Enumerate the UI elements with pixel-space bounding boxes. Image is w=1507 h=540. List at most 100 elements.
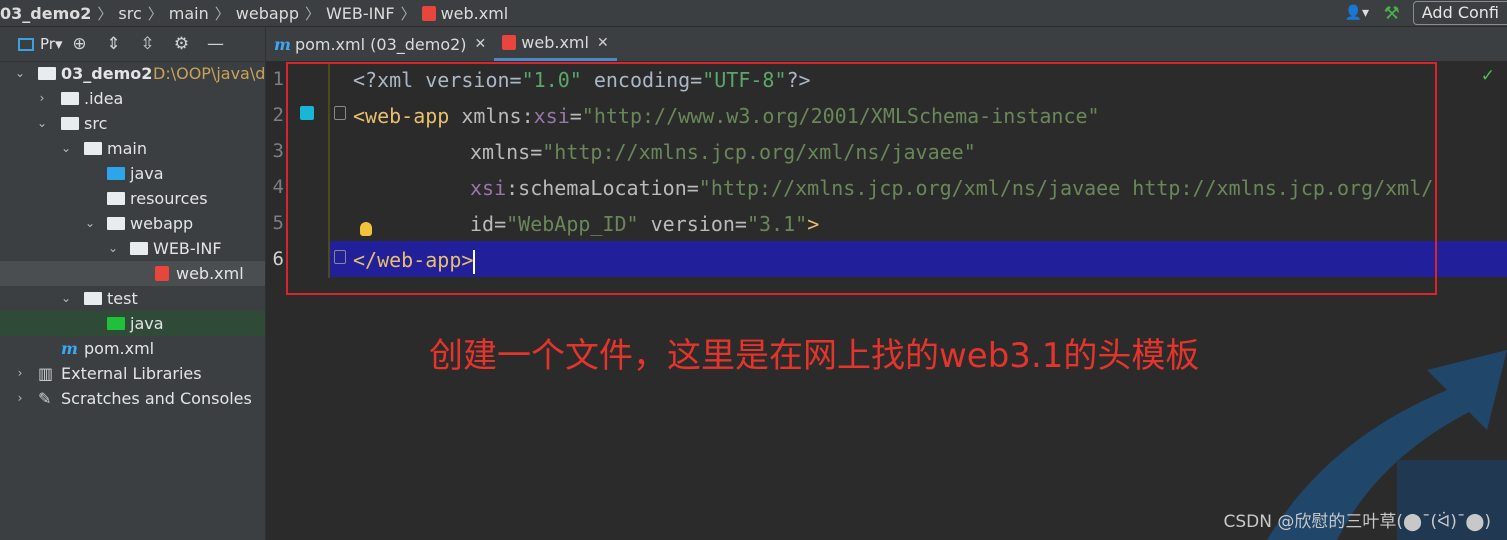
- folder-icon: [61, 92, 79, 105]
- locate-target-icon[interactable]: ⊕: [62, 34, 96, 54]
- chevron-down-icon[interactable]: ⌄: [60, 286, 72, 311]
- tree-item-idea[interactable]: › .idea: [0, 86, 265, 111]
- chevron-right-icon: 〉: [214, 4, 230, 23]
- breadcrumb-webapp[interactable]: webapp: [236, 4, 299, 23]
- project-path-hint: D:\OOP\java\d: [153, 64, 266, 83]
- tree-item-pom-xml[interactable]: m pom.xml: [0, 336, 265, 361]
- line-number: 4: [272, 176, 284, 198]
- editor-tabs: m pom.xml (03_demo2) ✕ web.xml ✕: [266, 27, 1507, 62]
- collapse-all-icon[interactable]: ⇳: [130, 34, 164, 54]
- tree-item-scratches[interactable]: › ✎ Scratches and Consoles: [0, 386, 265, 411]
- tree-item-web-xml[interactable]: web.xml: [0, 261, 265, 286]
- tree-item-label: java: [130, 314, 164, 333]
- navbar-actions: 👤▾ ⚒ Add Confi: [1337, 0, 1507, 26]
- navigation-bar: 03_demo2 〉 src 〉 main 〉 webapp 〉 WEB-INF…: [0, 0, 1507, 27]
- chevron-down-icon[interactable]: ⌄: [84, 211, 96, 236]
- tree-item-label: External Libraries: [61, 364, 202, 383]
- tab-web-xml[interactable]: web.xml ✕: [494, 27, 617, 61]
- tree-item-label: 03_demo2: [61, 64, 153, 83]
- chevron-down-icon[interactable]: ⌄: [36, 111, 48, 136]
- test-folder-icon: [107, 317, 125, 330]
- tree-item-label: pom.xml: [84, 339, 155, 358]
- source-folder-icon: [107, 167, 125, 180]
- tree-item-resources[interactable]: resources: [0, 186, 265, 211]
- breadcrumb-project[interactable]: 03_demo2: [0, 4, 91, 23]
- tree-item-test[interactable]: ⌄ test: [0, 286, 265, 311]
- tree-item-web-inf[interactable]: ⌄ WEB-INF: [0, 236, 265, 261]
- xml-file-icon: [155, 266, 169, 281]
- close-icon[interactable]: ✕: [475, 36, 487, 52]
- breadcrumb: 03_demo2 〉 src 〉 main 〉 webapp 〉 WEB-INF…: [0, 3, 508, 24]
- tree-item-webapp[interactable]: ⌄ webapp: [0, 211, 265, 236]
- user-icon[interactable]: 👤▾: [1337, 0, 1377, 26]
- chevron-right-icon: 〉: [400, 4, 416, 23]
- annotation-box: [286, 62, 1437, 295]
- tree-item-label: WEB-INF: [153, 239, 222, 258]
- line-number: 5: [272, 212, 284, 234]
- tab-label: web.xml: [521, 33, 589, 52]
- line-number: 1: [272, 68, 284, 90]
- code-editor[interactable]: 1 2 3 4 5 6 <?xml version="1.0" encoding…: [266, 62, 1507, 540]
- chevron-right-icon: 〉: [147, 4, 163, 23]
- chevron-right-icon[interactable]: ›: [14, 386, 26, 411]
- tab-label: pom.xml (03_demo2): [294, 34, 467, 54]
- tree-item-external-libraries[interactable]: › ▥ External Libraries: [0, 361, 265, 386]
- scratches-icon: ✎: [38, 389, 52, 408]
- maven-icon: m: [274, 34, 291, 54]
- maven-icon: m: [61, 339, 78, 358]
- folder-icon: [130, 242, 148, 255]
- line-number: 2: [272, 104, 284, 126]
- checkmark-icon[interactable]: ✓: [1481, 66, 1495, 86]
- xml-file-icon: [421, 5, 436, 21]
- tree-item-label: test: [107, 289, 138, 308]
- minimize-icon[interactable]: —: [198, 34, 232, 54]
- add-configuration-button[interactable]: Add Confi: [1412, 1, 1507, 25]
- web-folder-icon: [107, 217, 125, 230]
- chevron-right-icon[interactable]: ›: [36, 86, 48, 111]
- tree-item-label: resources: [130, 189, 208, 208]
- tree-item-label: java: [130, 164, 164, 183]
- line-number: 3: [272, 140, 284, 162]
- breadcrumb-src[interactable]: src: [118, 4, 141, 23]
- tree-item-label: main: [107, 139, 147, 158]
- tree-item-main[interactable]: ⌄ main: [0, 136, 265, 161]
- resources-folder-icon: [107, 192, 125, 205]
- breadcrumb-web-xml[interactable]: web.xml: [441, 4, 509, 23]
- breadcrumb-web-inf[interactable]: WEB-INF: [326, 4, 395, 23]
- project-panel: Pr▾ ⊕ ⇕ ⇳ ⚙ — ⌄ 03_demo2 D:\OOP\java\d ›…: [0, 27, 266, 540]
- folder-icon: [84, 292, 102, 305]
- library-icon: ▥: [38, 364, 54, 383]
- folder-icon: [84, 142, 102, 155]
- tree-item-03-demo2[interactable]: ⌄ 03_demo2 D:\OOP\java\d: [0, 61, 265, 86]
- tree-item-label: web.xml: [176, 264, 244, 283]
- project-view-icon: [18, 37, 34, 51]
- tree-item-java-main[interactable]: java: [0, 161, 265, 186]
- project-view-label: Pr▾: [40, 35, 63, 53]
- tree-item-label: .idea: [84, 89, 124, 108]
- chevron-right-icon[interactable]: ›: [14, 361, 26, 386]
- chevron-down-icon[interactable]: ⌄: [60, 136, 72, 161]
- annotation-text: 创建一个文件，这里是在网上找的web3.1的头模板: [429, 336, 1200, 376]
- module-folder-icon: [38, 67, 56, 80]
- line-number: 6: [272, 248, 284, 270]
- folder-icon: [61, 117, 79, 130]
- close-icon[interactable]: ✕: [597, 35, 609, 51]
- tree-item-java-test[interactable]: java: [0, 311, 265, 336]
- watermark: CSDN @欣慰的三叶草(⬤¯(ᐛ)¯⬤): [1223, 512, 1491, 532]
- tree-item-label: webapp: [130, 214, 194, 233]
- tree-item-label: Scratches and Consoles: [61, 389, 252, 408]
- gear-icon[interactable]: ⚙: [164, 34, 198, 54]
- project-toolbar: Pr▾ ⊕ ⇕ ⇳ ⚙ —: [0, 27, 265, 62]
- breadcrumb-main[interactable]: main: [169, 4, 209, 23]
- expand-all-icon[interactable]: ⇕: [96, 34, 130, 54]
- chevron-right-icon: 〉: [97, 4, 113, 23]
- xml-file-icon: [502, 35, 517, 50]
- tab-pom-xml[interactable]: m pom.xml (03_demo2) ✕: [266, 27, 494, 61]
- tree-item-label: src: [84, 114, 108, 133]
- chevron-right-icon: 〉: [304, 4, 320, 23]
- chevron-down-icon[interactable]: ⌄: [107, 236, 119, 261]
- build-hammer-icon[interactable]: ⚒: [1377, 0, 1407, 26]
- project-view-selector[interactable]: Pr▾: [8, 35, 62, 53]
- tree-item-src[interactable]: ⌄ src: [0, 111, 265, 136]
- chevron-down-icon[interactable]: ⌄: [14, 61, 26, 86]
